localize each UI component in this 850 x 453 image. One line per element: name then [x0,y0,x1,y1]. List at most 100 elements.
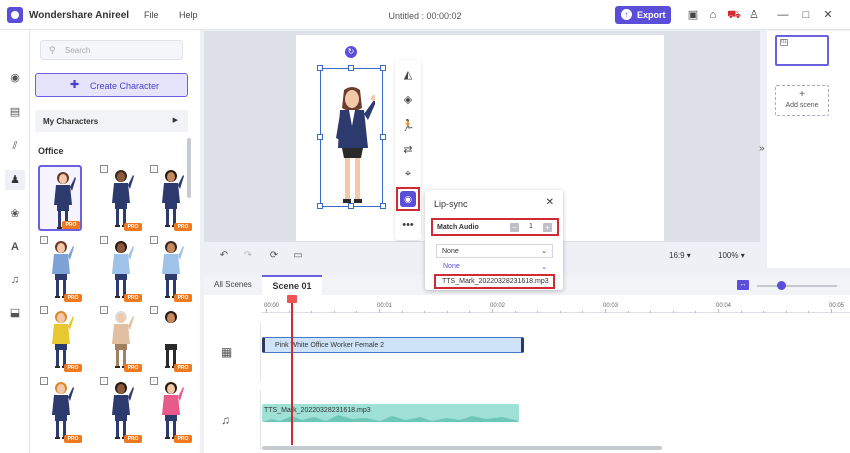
text-icon[interactable]: A [5,237,25,257]
download-icon[interactable]: ↓ [150,165,158,173]
undo-icon[interactable]: ↶ [217,249,231,263]
character-card[interactable]: ↓ PRO [98,306,142,372]
audio-option-none[interactable]: None ⌄ [436,261,553,273]
selection-box[interactable] [320,68,383,207]
character-clip[interactable]: Pink White Office Worker Female 2 [262,337,524,353]
resize-handle[interactable] [348,65,354,71]
character-card[interactable]: ↓ PRO [38,377,82,443]
character-card[interactable]: ↓ PRO [98,377,142,443]
expand-panel-icon[interactable]: » [759,143,765,154]
ruler-tick [605,309,606,313]
import-icon[interactable]: ⬓ [5,303,25,323]
pro-badge: PRO [124,364,142,372]
ruler-tick [582,311,584,313]
ruler-tick [288,311,290,313]
props-icon[interactable]: ❀ [5,204,25,224]
timeline-zoom-handle[interactable] [777,281,786,290]
flip-icon[interactable]: ◭ [399,66,417,84]
music-icon[interactable]: ♫ [5,270,25,290]
my-characters-section[interactable]: My Characters ▶ [35,110,188,132]
download-icon[interactable]: ↓ [150,306,158,314]
timeline-scrollbar[interactable] [262,446,662,450]
user-icon[interactable]: ♙ [747,8,761,22]
ruler-tick [740,311,742,313]
add-scene-button[interactable]: + Add scene [775,85,829,116]
download-icon[interactable]: ↓ [100,236,108,244]
home-icon[interactable]: ⌂ [706,8,720,22]
fit-timeline-icon[interactable]: ↔ [737,280,749,290]
character-card[interactable]: ↓ PRO [148,377,192,443]
transition-icon[interactable]: ⫽ [5,136,25,156]
redo-icon[interactable]: ↷ [241,249,255,263]
close-icon[interactable]: ✕ [546,197,554,208]
scene-thumbnail[interactable]: 01 [775,35,829,66]
create-character-button[interactable]: ✚ Create Character [35,73,188,97]
scene-panel [767,31,850,268]
lip-sync-button[interactable]: ◉ [396,187,420,211]
lip-sync-title: Lip-sync [434,199,468,209]
playhead[interactable] [291,299,293,445]
ruler-tick [808,311,810,313]
media-icon[interactable]: ◉ [5,68,25,88]
action-icon[interactable]: 🏃 [399,117,417,135]
download-icon[interactable]: ↓ [150,236,158,244]
download-icon[interactable]: ↓ [100,165,108,173]
character-card[interactable]: ↓ PRO [98,236,142,302]
resize-handle[interactable] [380,134,386,140]
zoom-select[interactable]: 100% ▾ [718,251,745,260]
resize-handle[interactable] [380,65,386,71]
download-icon[interactable]: ↓ [40,236,48,244]
timeline-zoom-slider[interactable] [757,285,837,287]
character-card[interactable]: ↓ PRO [38,236,82,302]
increment-button[interactable]: + [543,223,552,232]
download-icon[interactable]: ↓ [40,377,48,385]
layers-icon[interactable]: ◈ [399,91,417,109]
tab-all-scenes[interactable]: All Scenes [214,280,252,289]
resize-handle[interactable] [317,65,323,71]
tab-scene-01[interactable]: Scene 01 [262,275,322,295]
camera-icon[interactable]: ▭ [291,249,305,263]
audio-select[interactable]: None ⌄ [436,244,553,258]
save-icon[interactable]: ▣ [686,8,700,22]
export-icon: ↑ [621,9,632,20]
cart-icon[interactable]: ⛟ [727,8,741,22]
menu-file[interactable]: File [144,10,159,20]
refresh-icon[interactable]: ⟳ [267,249,281,263]
resize-handle[interactable] [380,203,386,209]
search-placeholder: Search [65,46,91,55]
download-icon[interactable]: ↓ [40,306,48,314]
download-icon[interactable]: ↓ [100,306,108,314]
aspect-ratio-select[interactable]: 16:9 ▾ [669,251,691,260]
audio-option-tts[interactable]: TTS_Mark_20220328231618.mp3 [434,274,555,289]
export-label: Export [637,10,666,20]
match-audio-label: Match Audio [437,224,479,231]
time-ruler[interactable] [261,297,850,313]
character-card[interactable]: ↓ PRO [148,306,192,372]
audio-clip[interactable]: TTS_Mark_20220328231618.mp3 [262,404,519,422]
path-icon[interactable]: ⌖ [399,165,417,183]
ruler-tick [356,311,358,313]
search-input[interactable]: ⚲ Search [40,40,183,60]
more-icon[interactable]: ••• [399,216,417,234]
resize-handle[interactable] [317,134,323,140]
menu-help[interactable]: Help [179,10,198,20]
close-icon[interactable]: ✕ [821,8,835,22]
playhead-handle[interactable] [287,295,297,303]
character-card[interactable]: ↓ PRO [98,165,142,231]
resize-handle[interactable] [348,203,354,209]
minimize-icon[interactable]: — [776,8,790,22]
character-card[interactable]: ↓ PRO [148,165,192,231]
character-card[interactable]: PRO [38,165,82,231]
maximize-icon[interactable]: □ [799,8,813,22]
character-card[interactable]: ↓ PRO [148,236,192,302]
rotate-icon[interactable]: ↻ [345,46,357,58]
decrement-button[interactable]: − [510,223,519,232]
download-icon[interactable]: ↓ [150,377,158,385]
export-button[interactable]: ↑ Export [615,6,671,24]
character-icon[interactable]: ♟ [5,170,25,190]
download-icon[interactable]: ↓ [100,377,108,385]
replace-icon[interactable]: ⇄ [399,141,417,159]
layout-icon[interactable]: ▤ [5,102,25,122]
character-card[interactable]: ↓ PRO [38,306,82,372]
resize-handle[interactable] [317,203,323,209]
